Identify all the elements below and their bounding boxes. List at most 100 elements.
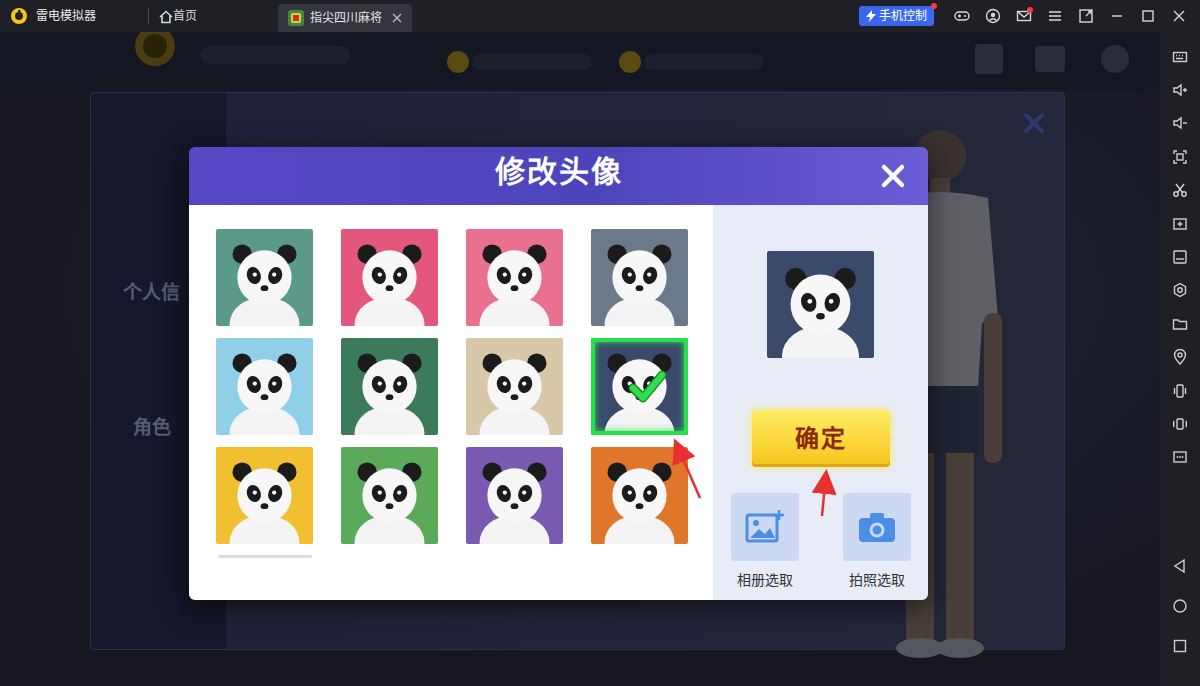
shake-button[interactable] (1160, 374, 1200, 407)
avatar-option[interactable] (466, 338, 563, 435)
user-icon (985, 8, 1001, 24)
minimize-button[interactable] (1101, 0, 1132, 32)
avatar-picture (216, 447, 313, 544)
rotate-icon (1172, 416, 1188, 432)
title-tab[interactable]: 指尖四川麻将 (278, 4, 412, 32)
tab-content: 指尖四川麻将 (288, 9, 382, 27)
profile-menu-item[interactable]: 个人信 (123, 278, 180, 307)
gamepad-button[interactable] (946, 0, 977, 32)
avatar-dialog: 修改头像 确定 相册选取拍照选取 (189, 147, 928, 600)
avatar-option[interactable] (341, 229, 438, 326)
add-window-button[interactable] (1160, 207, 1200, 240)
volume-down-button[interactable] (1160, 107, 1200, 140)
menu-button[interactable] (1039, 0, 1070, 32)
dialog-title: 修改头像 (495, 154, 623, 190)
avatar-preview (767, 251, 874, 358)
avatar-picture (466, 447, 563, 544)
add-window-icon (1172, 216, 1188, 232)
profile-menu-item[interactable]: 角色 (133, 413, 171, 442)
game-app-icon (288, 10, 304, 26)
window-tools: 手机控制 (859, 0, 1200, 32)
popout-button[interactable] (1070, 0, 1101, 32)
game-hud (0, 32, 1160, 90)
back-button[interactable] (1160, 546, 1200, 586)
avatar-picture (341, 338, 438, 435)
screenshot-button[interactable] (1160, 140, 1200, 173)
avatar-option[interactable] (216, 447, 313, 544)
panda-avatar-icon (466, 447, 563, 544)
popout-icon (1078, 8, 1094, 24)
apk-install-button[interactable] (1160, 240, 1200, 273)
keyboard-icon (1172, 49, 1188, 65)
volume-up-button[interactable] (1160, 73, 1200, 106)
panda-avatar-icon (591, 338, 688, 435)
recent-apps-icon (1172, 638, 1188, 654)
home-nav-button[interactable] (1160, 586, 1200, 626)
panel-close-icon[interactable] (1022, 111, 1046, 135)
game-screen: 个人信角色 修改头像 (0, 32, 1160, 686)
maximize-button[interactable] (1132, 0, 1163, 32)
upload-source[interactable]: 拍照选取 (843, 493, 911, 591)
avatar-option[interactable] (216, 338, 313, 435)
camera-button[interactable] (843, 493, 911, 561)
window-close-icon (1171, 8, 1187, 24)
panda-avatar-icon (216, 338, 313, 435)
avatar-picture (341, 447, 438, 544)
location-button[interactable] (1160, 341, 1200, 374)
avatar-option[interactable] (466, 229, 563, 326)
panda-avatar-icon (591, 229, 688, 326)
scissors-button[interactable] (1160, 174, 1200, 207)
avatar-grid (216, 229, 713, 544)
dialog-header: 修改头像 (189, 147, 928, 205)
avatar-option[interactable] (341, 447, 438, 544)
avatar-picture (466, 338, 563, 435)
menu-icon (1047, 8, 1063, 24)
avatar-picture (591, 338, 688, 435)
panda-avatar-icon (216, 229, 313, 326)
notify-dot (1027, 7, 1033, 13)
close-button[interactable] (879, 162, 907, 190)
confirm-button[interactable]: 确定 (752, 410, 890, 467)
home-nav-icon (1172, 598, 1188, 614)
shake-icon (1172, 383, 1188, 399)
back-icon (1172, 558, 1188, 574)
tab-content: 首页 (159, 7, 197, 25)
upload-source[interactable]: 相册选取 (731, 493, 799, 591)
panda-avatar-icon (341, 338, 438, 435)
panda-avatar-icon (216, 447, 313, 544)
apk-install-icon (1172, 249, 1188, 265)
maximize-icon (1140, 8, 1156, 24)
notify-dot (931, 3, 937, 9)
screenshot-icon (1172, 149, 1188, 165)
rotate-button[interactable] (1160, 407, 1200, 440)
avatar-option[interactable] (591, 229, 688, 326)
location-icon (1172, 349, 1188, 365)
user-button[interactable] (977, 0, 1008, 32)
recent-apps-button[interactable] (1160, 626, 1200, 666)
avatar-option[interactable] (341, 338, 438, 435)
scrollbar[interactable] (218, 555, 312, 558)
mail-button[interactable] (1008, 0, 1039, 32)
lightning-icon (866, 10, 876, 22)
volume-down-icon (1172, 115, 1188, 131)
folder-button[interactable] (1160, 307, 1200, 340)
title-tab[interactable]: 首页 (149, 0, 278, 32)
more-icon (1172, 449, 1188, 465)
avatar-option[interactable] (466, 447, 563, 544)
upload-sources: 相册选取拍照选取 (731, 493, 911, 591)
window-close-button[interactable] (1163, 0, 1194, 32)
avatar-option[interactable] (591, 338, 688, 435)
preview-panel: 确定 相册选取拍照选取 (713, 205, 928, 600)
keyboard-button[interactable] (1160, 40, 1200, 73)
panda-avatar-icon (341, 229, 438, 326)
tab-label: 首页 (173, 9, 197, 23)
album-button[interactable] (731, 493, 799, 561)
more-button[interactable] (1160, 441, 1200, 474)
avatar-option[interactable] (216, 229, 313, 326)
dialog-body: 确定 相册选取拍照选取 (189, 205, 928, 600)
phone-control-button[interactable]: 手机控制 (859, 6, 934, 26)
tab-close-icon[interactable] (392, 13, 402, 23)
settings-button[interactable] (1160, 274, 1200, 307)
avatar-option[interactable] (591, 447, 688, 544)
avatar-picture (216, 229, 313, 326)
